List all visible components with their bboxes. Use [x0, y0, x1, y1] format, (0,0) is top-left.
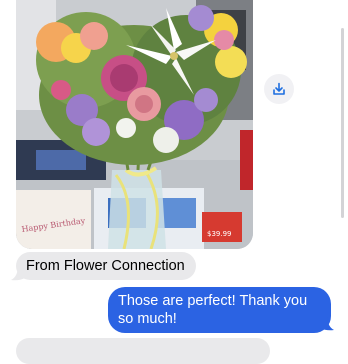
outgoing-bubble-tail: [320, 317, 334, 331]
outgoing-message-bubble[interactable]: Those are perfect! Thank you so much!: [108, 287, 331, 333]
incoming-message-bubble[interactable]: From Flower Connection: [16, 252, 196, 280]
scrollbar[interactable]: [341, 28, 344, 218]
flower-bouquet-image: Happy Birthday $39.99: [16, 0, 253, 249]
next-incoming-message-bubble[interactable]: [16, 338, 270, 364]
incoming-message-text: From Flower Connection: [26, 258, 185, 274]
flower-photo-attachment[interactable]: Happy Birthday $39.99: [16, 0, 253, 249]
save-to-downloads-icon: [273, 82, 285, 95]
price-tag: $39.99: [207, 230, 232, 238]
save-attachment-button[interactable]: [264, 74, 294, 104]
outgoing-message-text: Those are perfect! Thank you so much!: [118, 293, 308, 327]
